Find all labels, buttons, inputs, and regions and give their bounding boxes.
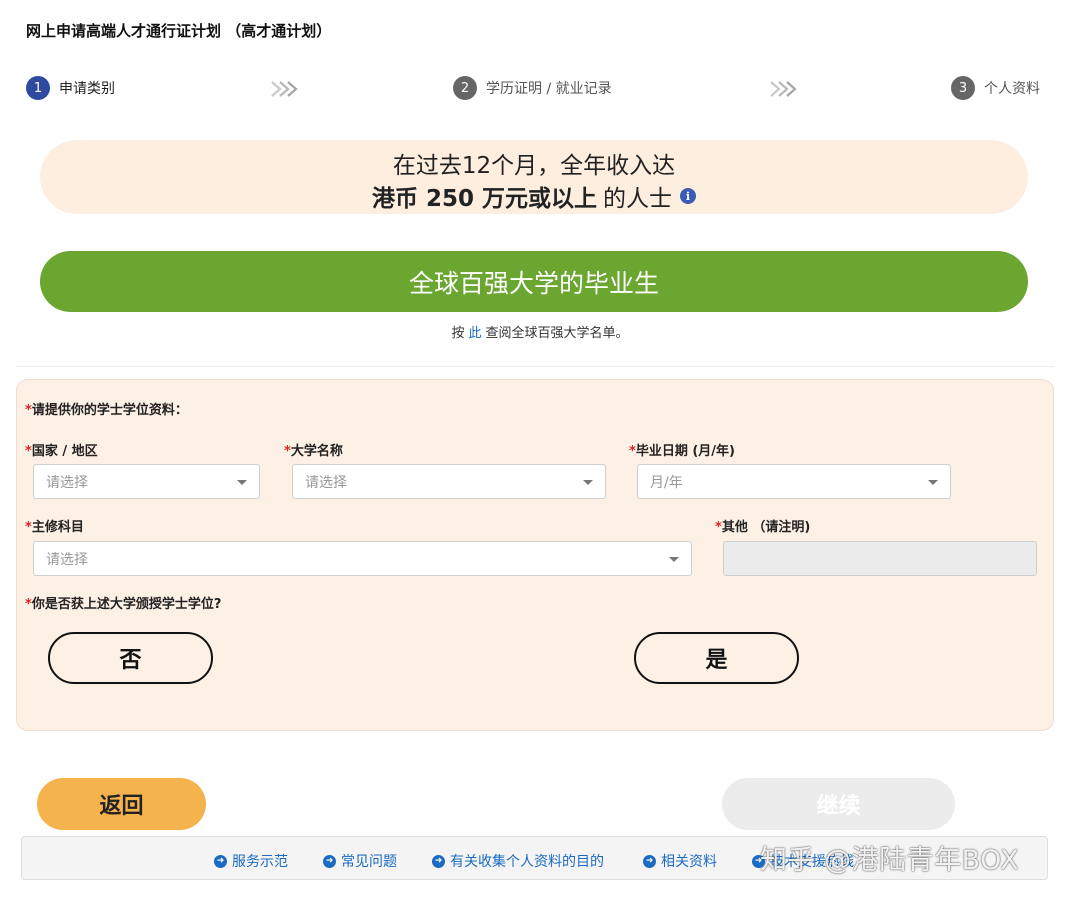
arrow-circle-icon: ➜: [432, 854, 445, 868]
university-placeholder: 请选择: [305, 474, 347, 491]
income-line2: 港币 250 万元或以上 的人士 i: [40, 179, 1028, 213]
note-suffix: 查阅全球百强大学名单。: [485, 326, 629, 341]
section-label: *请提供你的学士学位资料：: [25, 403, 188, 418]
step-number: 1: [26, 76, 50, 100]
arrow-circle-icon: ➜: [643, 854, 656, 868]
footer-link-privacy[interactable]: ➜ 有关收集个人资料的目的: [432, 851, 604, 871]
university-label: *大学名称: [284, 444, 343, 459]
university-list-note: 按此查阅全球百强大学名单。: [0, 322, 1080, 341]
other-input: [723, 541, 1037, 576]
no-button[interactable]: 否: [48, 632, 213, 684]
grad-date-select[interactable]: 月/年: [637, 464, 951, 499]
step-2: 2 学历证明 / 就业记录: [453, 76, 612, 100]
degree-form-panel: *请提供你的学士学位资料： *国家 / 地区 请选择 *大学名称 请选择 *毕业…: [16, 379, 1054, 731]
footer-link-service[interactable]: ➜ 服务示范: [214, 851, 288, 871]
step-3: 3 个人资料: [951, 76, 1040, 100]
info-icon[interactable]: i: [680, 188, 697, 204]
country-label: *国家 / 地区: [25, 444, 98, 459]
step-number: 2: [453, 76, 477, 100]
required-mark: *: [715, 520, 722, 535]
arrow-circle-icon: ➜: [323, 854, 336, 868]
caret-down-icon: [237, 480, 247, 485]
required-mark: *: [25, 444, 32, 459]
note-prefix: 按: [451, 326, 465, 341]
major-label: *主修科目: [25, 520, 84, 535]
major-placeholder: 请选择: [46, 551, 88, 568]
watermark: 知乎 @港陆青年BOX: [760, 845, 1020, 876]
required-mark: *: [25, 597, 32, 612]
caret-down-icon: [583, 480, 593, 485]
back-button[interactable]: 返回: [37, 778, 206, 830]
yes-button[interactable]: 是: [634, 632, 799, 684]
chevrons-right-icon: [271, 81, 298, 97]
caret-down-icon: [669, 557, 679, 562]
grad-date-label: *毕业日期 (月/年): [629, 444, 735, 459]
income-category-banner[interactable]: 在过去12个月，全年收入达 港币 250 万元或以上 的人士 i: [40, 140, 1028, 214]
grad-date-placeholder: 月/年: [650, 474, 683, 491]
major-select[interactable]: 请选择: [33, 541, 692, 576]
income-amount: 港币 250 万元或以上: [371, 186, 598, 212]
step-label: 申请类别: [59, 81, 115, 97]
country-placeholder: 请选择: [46, 474, 88, 491]
step-1: 1 申请类别: [26, 76, 115, 100]
university-select[interactable]: 请选择: [292, 464, 606, 499]
divider: [16, 366, 1054, 370]
other-label: *其他 （请注明): [715, 520, 811, 535]
caret-down-icon: [928, 480, 938, 485]
page-title: 网上申请高端人才通行证计划 （高才通计划）: [26, 22, 332, 40]
degree-question: *你是否获上述大学颁授学士学位?: [25, 597, 222, 612]
step-number: 3: [951, 76, 975, 100]
chevrons-right-icon: [770, 81, 797, 97]
step-label: 个人资料: [984, 81, 1040, 97]
required-mark: *: [629, 444, 636, 459]
required-mark: *: [284, 444, 291, 459]
university-category-banner[interactable]: 全球百强大学的毕业生: [40, 251, 1028, 312]
footer-link-related[interactable]: ➜ 相关资料: [643, 851, 717, 871]
footer-link-faq[interactable]: ➜ 常见问题: [323, 851, 397, 871]
continue-button[interactable]: 继续: [722, 778, 955, 830]
university-list-link[interactable]: 此: [468, 326, 481, 341]
arrow-circle-icon: ➜: [214, 854, 227, 868]
income-line1: 在过去12个月，全年收入达: [392, 153, 676, 179]
step-label: 学历证明 / 就业记录: [486, 81, 612, 97]
country-select[interactable]: 请选择: [33, 464, 260, 499]
required-mark: *: [25, 403, 32, 418]
required-mark: *: [25, 520, 32, 535]
income-suffix: 的人士: [603, 186, 673, 212]
